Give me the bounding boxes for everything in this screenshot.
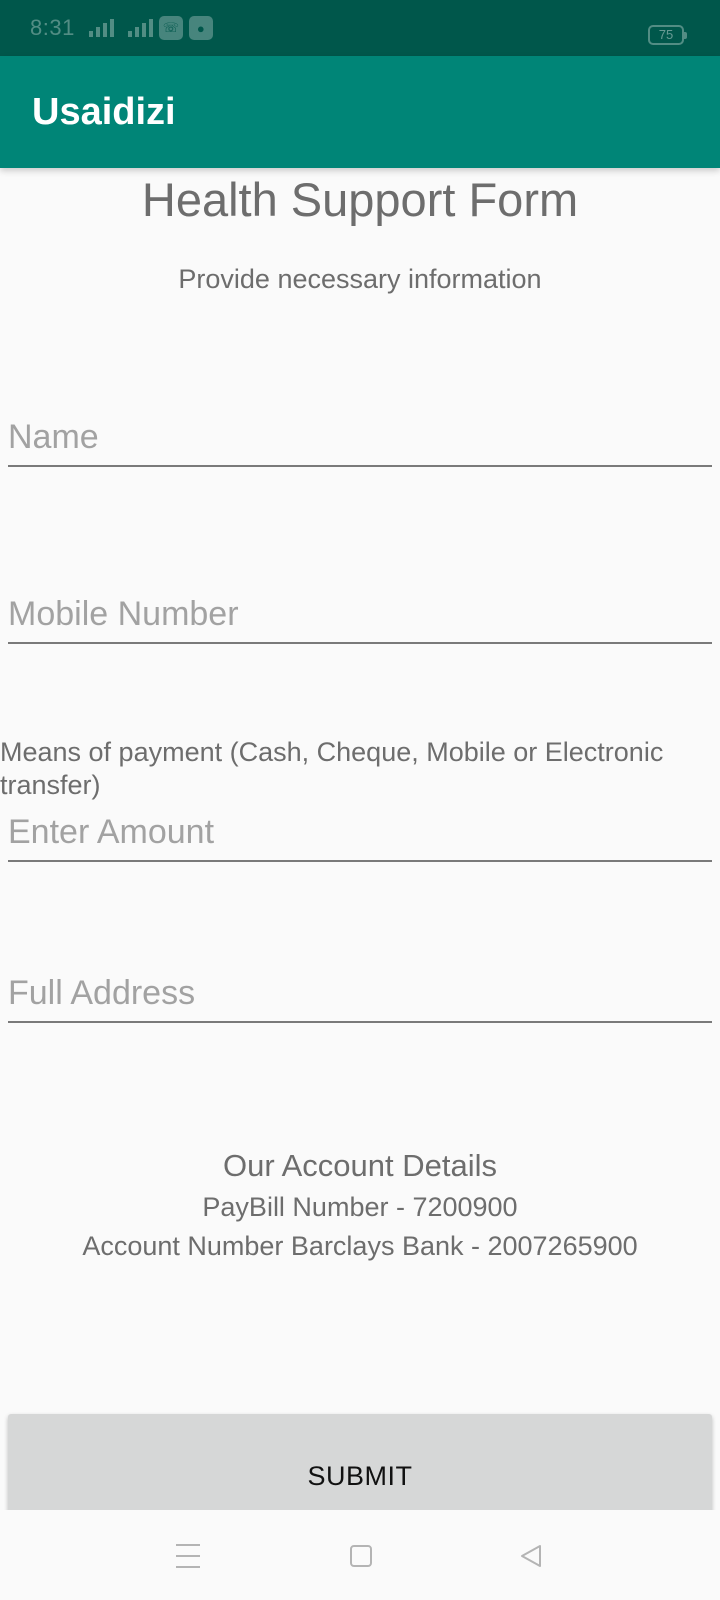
navigation-bar <box>0 1510 720 1600</box>
address-input[interactable] <box>8 974 712 1013</box>
mobile-field <box>8 580 712 644</box>
app-title: Usaidizi <box>32 90 176 133</box>
menu-icon[interactable] <box>175 1544 201 1568</box>
whatsapp-icon: ☏ <box>158 16 183 40</box>
amount-field <box>8 798 712 862</box>
back-icon[interactable] <box>518 1544 544 1568</box>
status-time: 8:31 <box>30 15 75 40</box>
form-subtitle: Provide necessary information <box>178 264 542 294</box>
paybill-number: PayBill Number - 7200900 <box>202 1192 518 1222</box>
app-bar: Usaidizi <box>0 56 720 168</box>
bank-account-number: Account Number Barclays Bank - 200726590… <box>82 1231 638 1261</box>
address-field <box>8 959 712 1023</box>
amount-input[interactable] <box>8 813 712 852</box>
battery-icon: 75 <box>648 25 687 45</box>
form-title: Health Support Form <box>141 173 579 226</box>
payment-note: Means of payment (Cash, Cheque, Mobile o… <box>0 737 664 800</box>
mobile-input[interactable] <box>8 595 712 634</box>
status-bar: 8:31 ☏ ● 75 <box>0 0 720 56</box>
signal-icon <box>88 19 114 37</box>
name-field <box>8 403 712 467</box>
signal-icon <box>127 19 153 37</box>
name-input[interactable] <box>8 418 712 457</box>
home-icon[interactable] <box>348 1544 374 1568</box>
account-heading: Our Account Details <box>223 1148 497 1183</box>
app-icon: ● <box>188 16 213 40</box>
